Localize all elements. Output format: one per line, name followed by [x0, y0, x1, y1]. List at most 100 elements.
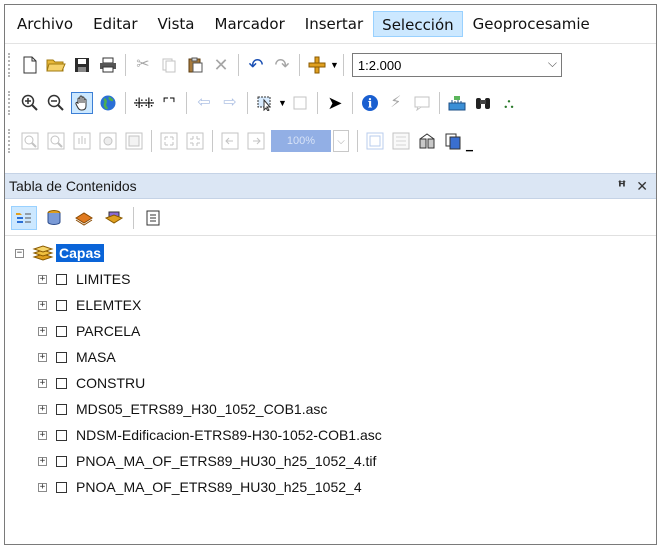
- new-document-icon[interactable]: [19, 54, 41, 76]
- layer-visibility-checkbox[interactable]: [56, 351, 67, 363]
- layer-group-label[interactable]: Capas: [56, 244, 105, 262]
- network-icon[interactable]: ⛬: [498, 92, 520, 114]
- toolbar-grip[interactable]: [8, 129, 13, 153]
- menu-marcador[interactable]: Marcador: [205, 11, 295, 37]
- menu-archivo[interactable]: Archivo: [5, 11, 83, 37]
- layer-row[interactable]: + CONSTRU: [5, 371, 656, 395]
- focus-data-frame-icon[interactable]: [390, 130, 412, 152]
- find-binoculars-icon[interactable]: [472, 92, 494, 114]
- toggle-draft-mode-icon[interactable]: [364, 130, 386, 152]
- go-forward-extent-icon[interactable]: [245, 130, 267, 152]
- layer-visibility-checkbox[interactable]: [56, 325, 67, 337]
- layer-row[interactable]: + PNOA_MA_OF_ETRS89_HU30_h25_1052_4: [5, 475, 656, 499]
- layer-row[interactable]: + MDS05_ETRS89_H30_1052_COB1.asc: [5, 397, 656, 421]
- layer-visibility-checkbox[interactable]: [56, 299, 67, 311]
- layer-label[interactable]: ELEMTEX: [76, 297, 141, 313]
- expand-icon[interactable]: +: [38, 404, 47, 414]
- select-features-icon[interactable]: [254, 92, 276, 114]
- chevron-down-icon[interactable]: ▼: [278, 98, 287, 108]
- layer-visibility-checkbox[interactable]: [56, 429, 67, 441]
- layer-label[interactable]: CONSTRU: [76, 375, 145, 391]
- delete-icon[interactable]: ✕: [210, 54, 232, 76]
- zoom-out-icon[interactable]: [45, 92, 67, 114]
- map-scale-combobox[interactable]: 1:2.000 ⌵: [351, 53, 562, 77]
- chevron-down-icon[interactable]: ⌵: [548, 56, 557, 71]
- layer-visibility-checkbox[interactable]: [56, 481, 67, 493]
- layer-group-capas[interactable]: − Capas: [5, 241, 656, 265]
- layer-row[interactable]: + MASA: [5, 345, 656, 369]
- list-by-source-icon[interactable]: [41, 206, 67, 230]
- hyperlink-icon[interactable]: ⚡: [385, 92, 407, 114]
- layout-zoom-out-icon[interactable]: [45, 130, 67, 152]
- undo-icon[interactable]: ↶: [245, 54, 267, 76]
- menu-insertar[interactable]: Insertar: [295, 11, 373, 37]
- open-folder-icon[interactable]: [45, 54, 67, 76]
- layer-label[interactable]: PARCELA: [76, 323, 140, 339]
- expand-icon[interactable]: +: [38, 378, 47, 388]
- layer-visibility-checkbox[interactable]: [56, 273, 67, 285]
- zoom-in-icon[interactable]: [19, 92, 41, 114]
- save-icon[interactable]: [71, 54, 93, 76]
- layer-row[interactable]: + PNOA_MA_OF_ETRS89_HU30_h25_1052_4.tif: [5, 449, 656, 473]
- clear-selection-icon[interactable]: [289, 92, 311, 114]
- menu-editar[interactable]: Editar: [83, 11, 147, 37]
- options-icon[interactable]: [140, 206, 166, 230]
- layer-row[interactable]: + NDSM-Edificacion-ETRS89-H30-1052-COB1.…: [5, 423, 656, 447]
- pan-hand-icon[interactable]: [71, 92, 93, 114]
- close-icon[interactable]: ✕: [636, 178, 648, 195]
- back-arrow-icon[interactable]: ⇦: [193, 92, 215, 114]
- layer-row[interactable]: + PARCELA: [5, 319, 656, 343]
- layer-visibility-checkbox[interactable]: [56, 377, 67, 389]
- fixed-zoom-out-layout-icon[interactable]: [184, 130, 206, 152]
- identify-icon[interactable]: i: [359, 92, 381, 114]
- layer-label[interactable]: PNOA_MA_OF_ETRS89_HU30_h25_1052_4.tif: [76, 453, 376, 469]
- collapse-icon[interactable]: −: [15, 248, 24, 258]
- layer-visibility-checkbox[interactable]: [56, 403, 67, 415]
- layout-zoom-percent[interactable]: 100%: [271, 130, 331, 152]
- redo-icon[interactable]: ↷: [271, 54, 293, 76]
- chevron-down-icon[interactable]: ▼: [330, 60, 339, 70]
- layer-row[interactable]: + LIMITES: [5, 267, 656, 291]
- add-data-icon[interactable]: [306, 54, 328, 76]
- html-popup-icon[interactable]: [411, 92, 433, 114]
- expand-icon[interactable]: +: [38, 482, 47, 492]
- menu-seleccion[interactable]: Selección: [373, 11, 463, 37]
- menu-geoprocesamiento[interactable]: Geoprocesamie: [463, 11, 600, 37]
- layer-label[interactable]: LIMITES: [76, 271, 130, 287]
- chevron-down-icon[interactable]: ▁: [466, 141, 473, 152]
- layer-label[interactable]: MASA: [76, 349, 116, 365]
- menu-vista[interactable]: Vista: [148, 11, 205, 37]
- fixed-zoom-out-icon[interactable]: ⌜⌝: [158, 92, 180, 114]
- copy-icon[interactable]: [158, 54, 180, 76]
- layer-label[interactable]: MDS05_ETRS89_H30_1052_COB1.asc: [76, 401, 327, 417]
- select-elements-arrow-icon[interactable]: ➤: [324, 92, 346, 114]
- expand-icon[interactable]: +: [38, 326, 47, 336]
- zoom-100-icon[interactable]: [123, 130, 145, 152]
- forward-arrow-icon[interactable]: ⇨: [219, 92, 241, 114]
- change-layout-icon[interactable]: [416, 130, 438, 152]
- list-by-visibility-icon[interactable]: [71, 206, 97, 230]
- layer-label[interactable]: PNOA_MA_OF_ETRS89_HU30_h25_1052_4: [76, 479, 362, 495]
- layer-row[interactable]: + ELEMTEX: [5, 293, 656, 317]
- measure-icon[interactable]: [446, 92, 468, 114]
- expand-icon[interactable]: +: [38, 456, 47, 466]
- layer-label[interactable]: NDSM-Edificacion-ETRS89-H30-1052-COB1.as…: [76, 427, 382, 443]
- data-driven-pages-icon[interactable]: [442, 130, 464, 152]
- expand-icon[interactable]: +: [38, 430, 47, 440]
- expand-icon[interactable]: +: [38, 274, 47, 284]
- toolbar-grip[interactable]: [8, 91, 13, 115]
- pin-icon[interactable]: ꟸ: [618, 178, 627, 195]
- toolbar-grip[interactable]: [8, 53, 13, 77]
- go-back-extent-icon[interactable]: [219, 130, 241, 152]
- fixed-zoom-in-icon[interactable]: ⁜⁜: [132, 92, 154, 114]
- expand-icon[interactable]: +: [38, 352, 47, 362]
- layer-visibility-checkbox[interactable]: [56, 455, 67, 467]
- full-extent-globe-icon[interactable]: [97, 92, 119, 114]
- zoom-whole-page-icon[interactable]: [97, 130, 119, 152]
- print-icon[interactable]: [97, 54, 119, 76]
- layout-zoom-in-icon[interactable]: [19, 130, 41, 152]
- expand-icon[interactable]: +: [38, 300, 47, 310]
- chevron-down-icon[interactable]: ⌵: [333, 130, 349, 152]
- fixed-zoom-in-layout-icon[interactable]: [158, 130, 180, 152]
- paste-icon[interactable]: [184, 54, 206, 76]
